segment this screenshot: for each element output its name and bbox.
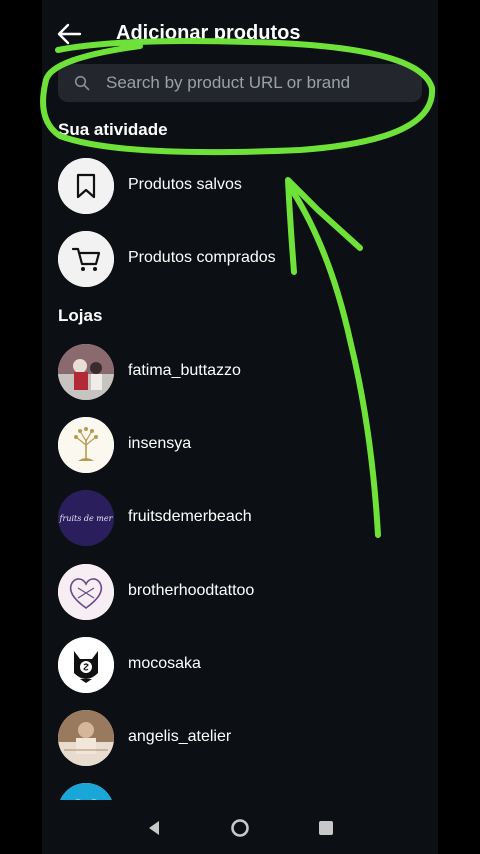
avatar xyxy=(58,710,114,766)
store-name: fruitsdemerbeach xyxy=(128,508,252,525)
store-name: angelis_atelier xyxy=(128,728,232,745)
section-title-stores: Lojas xyxy=(58,306,103,325)
back-button[interactable] xyxy=(56,22,84,46)
header: Adicionar produtos xyxy=(42,12,438,56)
brand-logo-icon: fruits de mer xyxy=(58,490,114,546)
store-name: mocosaka xyxy=(128,655,201,672)
system-navigation-bar xyxy=(42,800,438,854)
store-name: insensya xyxy=(128,435,192,452)
store-item-angelis-atelier[interactable]: angelis_atelier xyxy=(58,710,422,768)
back-arrow-icon xyxy=(57,23,82,45)
bookmark-icon-circle xyxy=(58,158,114,214)
tree-logo-icon xyxy=(58,417,114,473)
avatar xyxy=(58,564,114,620)
circle-home-icon xyxy=(231,819,249,837)
search-input[interactable] xyxy=(106,64,412,102)
triangle-back-icon xyxy=(149,821,159,835)
app-screen: Adicionar produtos Sua atividade Produto… xyxy=(42,0,438,854)
store-item-brotherhoodtattoo[interactable]: brotherhoodtattoo xyxy=(58,564,422,622)
page-title: Adicionar produtos xyxy=(116,22,301,44)
store-item-fatima-buttazzo[interactable]: fatima_buttazzo xyxy=(58,344,422,402)
mascot-logo-icon xyxy=(58,637,114,693)
list-item-purchased-products[interactable]: Produtos comprados xyxy=(58,231,422,289)
avatar xyxy=(58,417,114,473)
store-name: brotherhoodtattoo xyxy=(128,582,255,599)
avatar-photo-icon xyxy=(58,344,114,400)
nav-home-button[interactable] xyxy=(230,818,250,838)
avatar-photo-icon xyxy=(58,710,114,766)
cart-icon xyxy=(58,231,114,287)
list-item-saved-products[interactable]: Produtos salvos xyxy=(58,158,422,216)
square-recents-icon xyxy=(319,821,333,835)
store-name: fatima_buttazzo xyxy=(128,362,241,379)
store-item-mocosaka[interactable]: mocosaka xyxy=(58,637,422,695)
section-title-activity: Sua atividade xyxy=(58,120,168,139)
store-item-insensya[interactable]: insensya xyxy=(58,417,422,475)
cart-icon-circle xyxy=(58,231,114,287)
avatar xyxy=(58,637,114,693)
list-item-label: Produtos salvos xyxy=(128,176,242,193)
svg-text:fruits de mer: fruits de mer xyxy=(59,514,114,523)
nav-recents-button[interactable] xyxy=(316,818,336,838)
store-item-fruitsdemerbeach[interactable]: fruits de mer fruitsdemerbeach xyxy=(58,490,422,548)
avatar: fruits de mer xyxy=(58,490,114,546)
nav-back-button[interactable] xyxy=(144,818,164,838)
heart-logo-icon xyxy=(58,564,114,620)
avatar xyxy=(58,344,114,400)
search-icon xyxy=(74,75,90,91)
search-bar[interactable] xyxy=(58,64,422,102)
list-item-label: Produtos comprados xyxy=(128,249,276,266)
bookmark-icon xyxy=(58,158,114,214)
